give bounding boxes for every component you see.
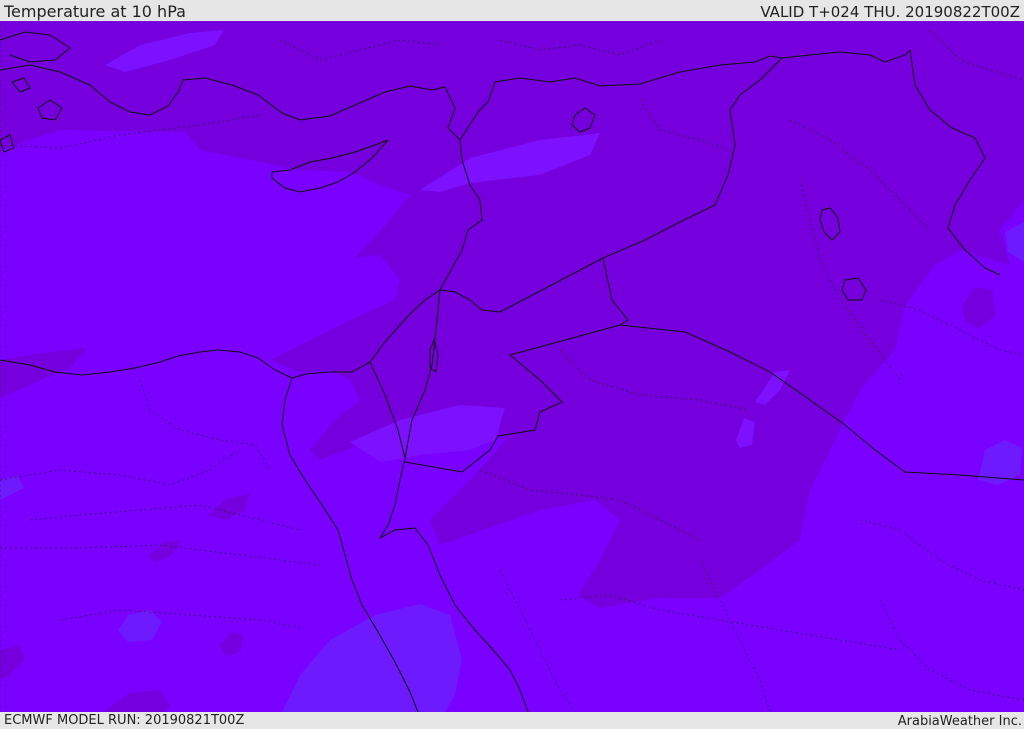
footer-bar: ECMWF MODEL RUN: 20190821T00Z ArabiaWeat… (0, 712, 1024, 729)
temperature-map (0, 21, 1024, 712)
header-bar: Temperature at 10 hPa VALID T+024 THU. 2… (0, 0, 1024, 21)
map-canvas (0, 21, 1024, 712)
model-run-label: ECMWF MODEL RUN: 20190821T00Z (4, 713, 245, 728)
map-title: Temperature at 10 hPa (4, 2, 186, 21)
credit-label: ArabiaWeather Inc. (897, 714, 1022, 729)
valid-time: VALID T+024 THU. 20190822T00Z (760, 3, 1020, 21)
